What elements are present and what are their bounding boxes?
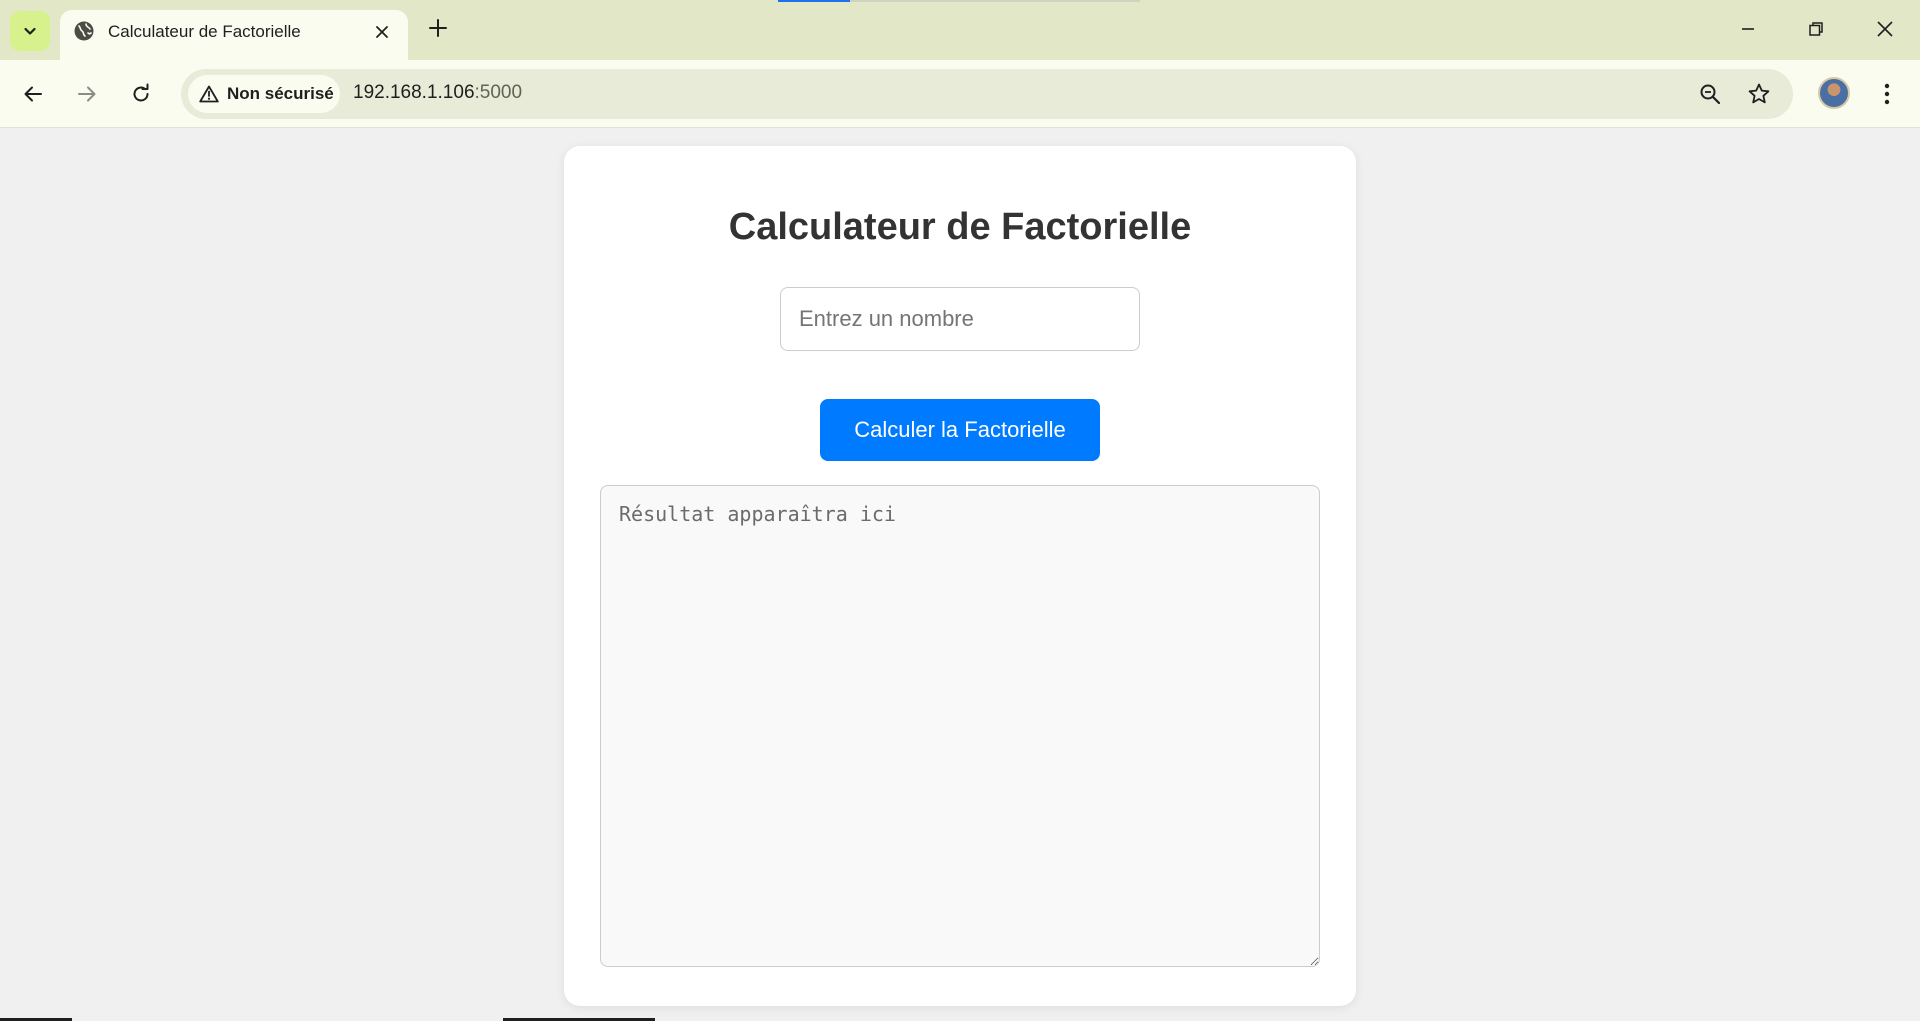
plus-icon [429,19,447,37]
profile-avatar[interactable] [1818,77,1850,109]
close-window-button[interactable] [1870,14,1900,44]
tab-title: Calculateur de Factorielle [108,22,301,41]
security-chip-label: Non sécurisé [227,84,334,103]
forward-button[interactable] [69,76,105,112]
minimize-icon [1742,28,1754,30]
url-port: :5000 [474,82,523,103]
restore-window-button[interactable] [1801,14,1831,44]
star-icon [1748,83,1770,104]
browser-menu-button[interactable] [1872,76,1902,112]
reload-icon [133,83,149,102]
url-host: 192.168.1.106 [353,82,475,103]
new-tab-button[interactable] [424,14,452,42]
bookmark-button[interactable] [1745,80,1773,108]
browser-tab-active[interactable]: Calculateur de Factorielle [60,10,408,60]
browser-toolbar: Non sécurisé 192.168.1.106:5000 [0,60,1920,128]
minimize-window-button[interactable] [1733,14,1763,44]
tab-close-button[interactable] [369,19,395,45]
arrow-left-icon [24,86,42,102]
close-icon [376,26,388,38]
page-title: Calculateur de Factorielle [728,206,1192,248]
loading-indicator [778,0,1140,2]
url-text[interactable]: 192.168.1.106:5000 [353,82,522,104]
warning-icon [199,85,219,103]
restore-icon [1809,22,1823,36]
page-viewport: Calculateur de Factorielle Calculer la F… [0,129,1920,1021]
address-bar[interactable]: Non sécurisé 192.168.1.106:5000 [181,69,1793,119]
calculate-button[interactable]: Calculer la Factorielle [820,399,1100,461]
security-chip[interactable]: Non sécurisé [188,75,340,113]
tab-search-button[interactable] [10,11,50,51]
arrow-right-icon [78,86,96,102]
back-button[interactable] [15,76,51,112]
calculator-card: Calculateur de Factorielle Calculer la F… [564,146,1356,1006]
chevron-down-icon [24,27,36,35]
result-textarea[interactable] [600,485,1320,967]
zoom-out-icon [1700,84,1721,105]
close-icon [1877,21,1893,37]
kebab-menu-icon [1884,83,1890,105]
tab-strip: Calculateur de Factorielle [0,0,1920,60]
globe-icon [74,21,94,41]
reload-button[interactable] [123,76,159,112]
zoom-button[interactable] [1696,80,1724,108]
number-input[interactable] [780,287,1140,351]
